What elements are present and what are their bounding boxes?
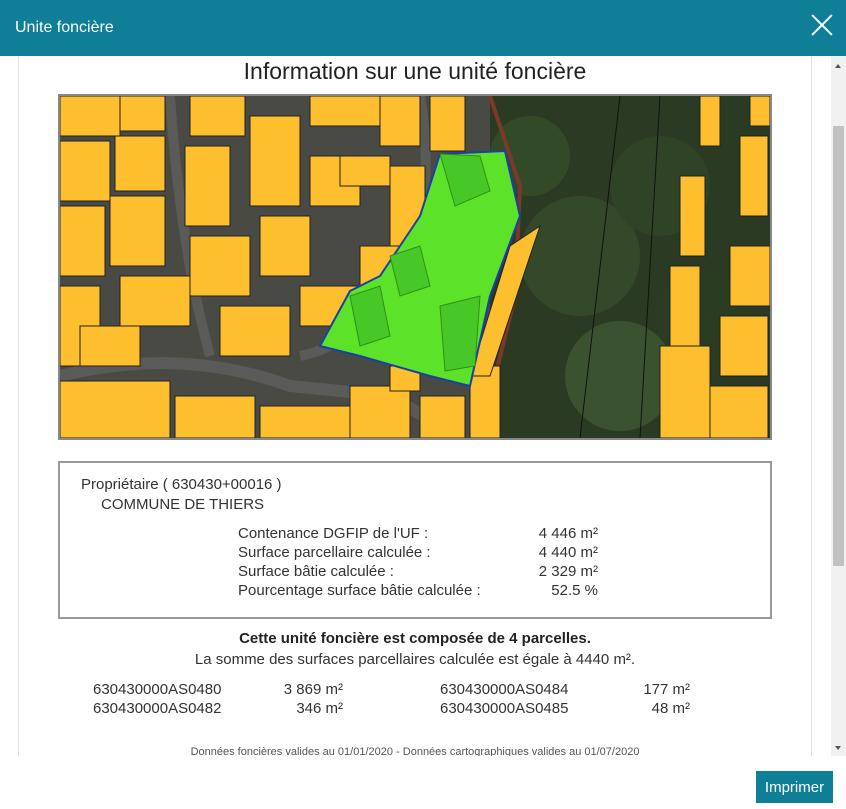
owner-label: Propriétaire ( 630430+00016 ) [81,476,282,493]
owner-info-box: Propriétaire ( 630430+00016 ) COMMUNE DE… [58,461,772,619]
parcel-row: 630430000AS0484 177 m² [440,681,690,700]
parcel-list-left: 630430000AS0480 3 869 m² 630430000AS0482… [93,681,343,719]
stat-row: Pourcentage surface bâtie calculée : 52.… [238,582,598,601]
parcel-map-image [60,96,770,438]
parcel-list-right: 630430000AS0484 177 m² 630430000AS0485 4… [440,681,690,719]
close-icon[interactable] [810,13,834,37]
stat-row: Surface parcellaire calculée : 4 440 m² [238,544,598,563]
print-button[interactable]: Imprimer [756,771,833,803]
stat-label: Surface parcellaire calculée : [238,544,431,561]
parcel-surface: 346 m² [296,700,343,717]
parcel-surface: 177 m² [643,681,690,698]
dialog-title: Unite foncière [15,19,114,36]
summary-title: Cette unité foncière est composée de 4 p… [239,630,591,647]
scroll-down-icon[interactable] [835,746,841,750]
parcel-map [58,94,772,440]
data-validity-footnote: Données foncières valides au 01/01/2020 … [190,746,640,756]
parcel-id: 630430000AS0482 [93,700,222,717]
stat-value: 2 329 m² [538,563,598,580]
stat-label: Surface bâtie calculée : [238,563,394,580]
summary-text: La somme des surfaces parcellaires calcu… [194,651,636,668]
dialog-header: Unite foncière [0,0,846,56]
surface-stats: Contenance DGFIP de l'UF : 4 446 m² Surf… [238,525,598,601]
scroll-up-icon[interactable] [835,64,841,68]
parcel-row: 630430000AS0480 3 869 m² [93,681,343,700]
stat-label: Pourcentage surface bâtie calculée : [238,582,481,599]
parcel-id: 630430000AS0485 [440,700,569,717]
stat-value: 4 440 m² [538,544,598,561]
vertical-scrollbar[interactable] [831,56,846,756]
parcel-row: 630430000AS0482 346 m² [93,700,343,719]
stat-value: 4 446 m² [538,525,598,542]
owner-name: COMMUNE DE THIERS [101,496,265,513]
document-title: Information sur une unité foncière [243,58,587,84]
stat-label: Contenance DGFIP de l'UF : [238,525,429,542]
parcel-id: 630430000AS0484 [440,681,569,698]
stat-row: Contenance DGFIP de l'UF : 4 446 m² [238,525,598,544]
scroll-thumb[interactable] [833,126,844,566]
stat-row: Surface bâtie calculée : 2 329 m² [238,563,598,582]
content-frame-right [811,56,812,756]
parcel-row: 630430000AS0485 48 m² [440,700,690,719]
parcel-surface: 3 869 m² [283,681,343,698]
parcel-surface: 48 m² [651,700,690,717]
parcel-id: 630430000AS0480 [93,681,222,698]
stat-value: 52.5 % [551,582,598,599]
